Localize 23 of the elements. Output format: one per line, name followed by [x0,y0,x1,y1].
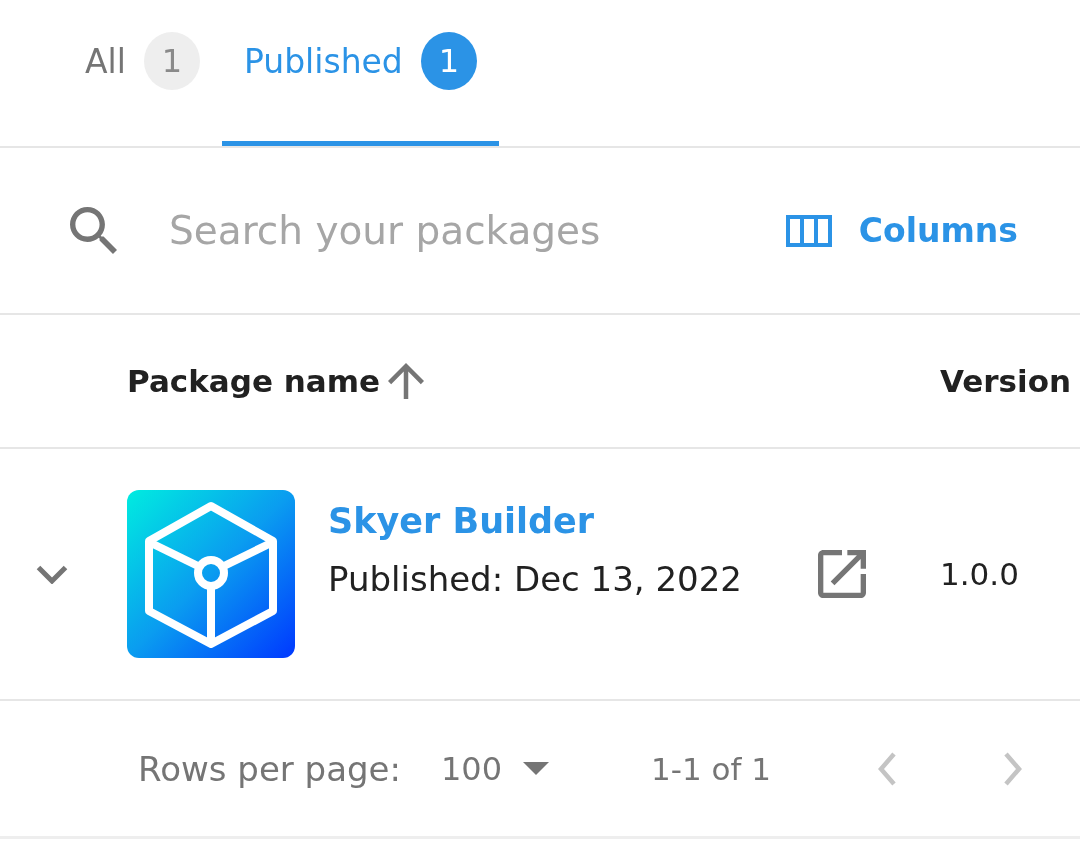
tab[interactable]: All 1 [63,0,222,146]
column-header[interactable]: Package name [127,363,425,399]
cube-icon [127,490,295,658]
external-link-icon[interactable] [818,550,866,598]
chevron-right-icon [1002,750,1024,787]
arrow-up-icon[interactable] [388,363,425,399]
chevron-down-icon[interactable] [36,564,68,584]
rows-per-page-label: Rows per page: [138,748,401,789]
version-text: 1.0.0 [940,556,1019,592]
rows-per-page-select[interactable]: 100 [440,749,550,788]
search-field[interactable]: Search your packages [169,204,766,257]
column-header[interactable]: Version [940,363,1072,399]
columns-button[interactable]: Columns [785,211,1018,250]
package-name-link[interactable]: Skyer Builder [328,498,595,544]
search-icon [70,207,117,254]
tab[interactable]: Published 1 [221,0,499,146]
page-range: 1-1 of 1 [651,750,771,787]
publish-date: Published: Dec 13, 2022 [328,558,742,601]
count-badge: 1 [143,32,200,90]
count-badge: 1 [420,32,477,90]
columns-icon [785,214,832,247]
chevron-left-icon [876,750,898,787]
caret-down-icon [523,762,550,775]
